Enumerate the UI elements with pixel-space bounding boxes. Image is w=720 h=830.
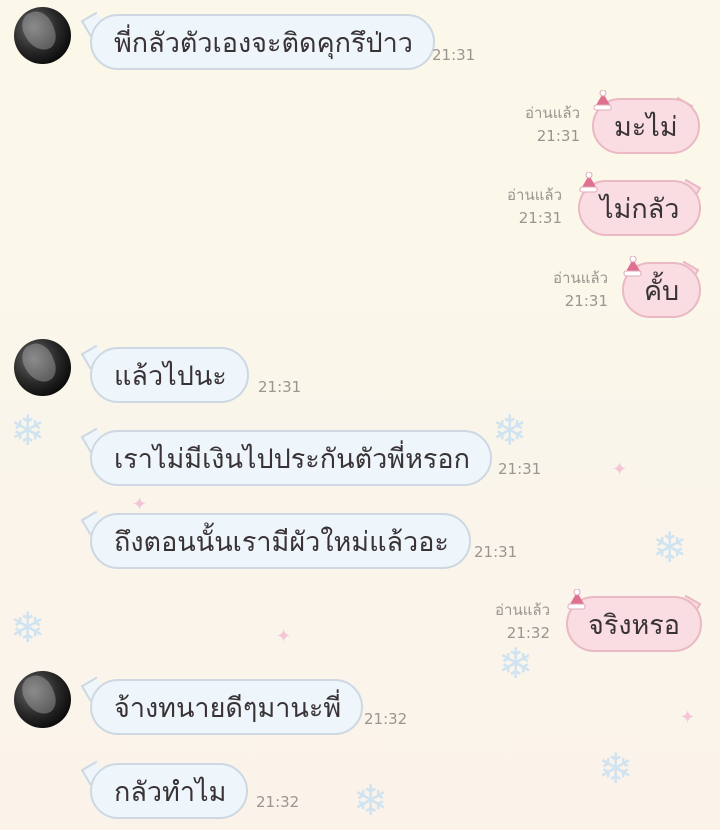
message-text: แล้วไปนะ — [114, 360, 227, 392]
santa-hat-icon — [567, 589, 586, 610]
read-status: อ่านแล้ว — [525, 104, 580, 122]
snowflake-icon: ❄ — [353, 776, 389, 825]
message-meta: อ่านแล้ว 21:31 — [553, 267, 608, 313]
read-status: อ่านแล้ว — [507, 186, 562, 204]
message-bubble-incoming[interactable]: กลัวทำไม — [90, 763, 249, 819]
message-time: 21:31 — [536, 127, 580, 145]
message-text: เราไม่มีเงินไปประกันตัวพี่หรอก — [114, 443, 470, 475]
snowflake-icon: ❄ — [10, 603, 46, 652]
message-bubble-incoming[interactable]: แล้วไปนะ — [90, 347, 249, 403]
sparkle-icon: ✦ — [680, 707, 696, 728]
message-time: 21:31 — [518, 209, 562, 227]
message-bubble-incoming[interactable]: จ้างทนายดีๆมานะพี่ — [90, 679, 364, 735]
santa-hat-icon — [623, 256, 642, 277]
message-time: 21:31 — [258, 378, 302, 396]
sparkle-icon: ✦ — [132, 494, 148, 515]
avatar[interactable] — [14, 7, 71, 64]
snowflake-icon: ❄ — [598, 744, 634, 793]
sparkle-icon: ✦ — [612, 459, 628, 480]
message-bubble-incoming[interactable]: เราไม่มีเงินไปประกันตัวพี่หรอก — [90, 430, 492, 486]
message-time: 21:32 — [256, 793, 300, 811]
santa-hat-icon — [579, 172, 598, 193]
message-text: กลัวทำไม — [114, 776, 227, 808]
snowflake-icon: ❄ — [492, 406, 528, 455]
message-text: พี่กลัวตัวเองจะติดคุกรึป่าว — [114, 27, 413, 59]
message-text: จ้างทนายดีๆมานะพี่ — [114, 692, 342, 724]
message-text: จริงหรอ — [588, 609, 681, 641]
read-status: อ่านแล้ว — [495, 601, 550, 619]
message-bubble-incoming[interactable]: พี่กลัวตัวเองจะติดคุกรึป่าว — [90, 14, 435, 70]
message-text: ถึงตอนนั้นเรามีผัวใหม่แล้วอะ — [114, 526, 449, 558]
message-time: 21:31 — [564, 292, 608, 310]
avatar[interactable] — [14, 339, 71, 396]
message-meta: อ่านแล้ว 21:31 — [525, 102, 580, 148]
message-text: คั้บ — [644, 275, 680, 307]
message-meta: อ่านแล้ว 21:31 — [507, 184, 562, 230]
message-text: มะไม่ — [614, 111, 678, 143]
avatar[interactable] — [14, 671, 71, 728]
message-time: 21:31 — [474, 543, 518, 561]
snowflake-icon: ❄ — [498, 639, 534, 688]
message-time: 21:32 — [506, 624, 550, 642]
snowflake-icon: ❄ — [10, 406, 46, 455]
message-time: 21:31 — [432, 46, 476, 64]
santa-hat-icon — [593, 90, 612, 111]
sparkle-icon: ✦ — [276, 626, 292, 647]
message-text: ไม่กลัว — [600, 193, 680, 225]
message-time: 21:31 — [498, 460, 542, 478]
message-time: 21:32 — [364, 710, 408, 728]
message-meta: อ่านแล้ว 21:32 — [495, 599, 550, 645]
snowflake-icon: ❄ — [652, 523, 688, 572]
read-status: อ่านแล้ว — [553, 269, 608, 287]
message-bubble-incoming[interactable]: ถึงตอนนั้นเรามีผัวใหม่แล้วอะ — [90, 513, 471, 569]
